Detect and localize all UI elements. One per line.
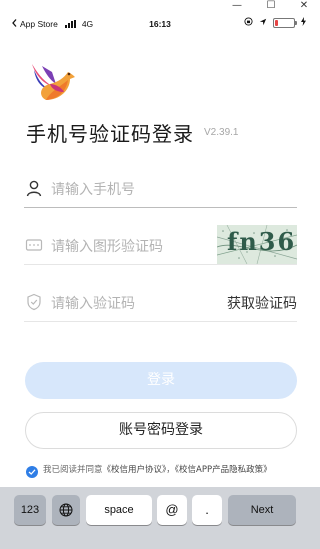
- charging-icon: [301, 17, 306, 28]
- phone-field[interactable]: 请输入手机号: [24, 168, 297, 208]
- captcha-field[interactable]: 请输入图形验证码 fn36: [24, 225, 297, 265]
- login-button[interactable]: 登录: [25, 362, 297, 399]
- window-title-bar: — ☐ ✕: [0, 0, 320, 14]
- shield-icon: [25, 293, 43, 311]
- close-icon: ✕: [299, 0, 309, 11]
- battery-icon: [273, 17, 297, 28]
- privacy-policy-link[interactable]: 《校信APP产品隐私政策》: [175, 465, 272, 475]
- keyboard: 123 space @ . Next: [0, 487, 320, 549]
- close-button[interactable]: ✕: [294, 0, 314, 14]
- key-123[interactable]: 123: [14, 495, 46, 525]
- restore-button[interactable]: ☐: [261, 0, 281, 14]
- battery-level: [275, 19, 278, 26]
- minimize-icon: —: [232, 0, 242, 11]
- key-dot[interactable]: .: [192, 495, 222, 525]
- key-at[interactable]: @: [157, 495, 187, 525]
- user-icon: [25, 179, 43, 197]
- key-next[interactable]: Next: [228, 495, 296, 525]
- captcha-image[interactable]: fn36: [217, 225, 297, 264]
- sms-code-field[interactable]: 请输入验证码 获取验证码: [24, 282, 297, 322]
- agreement-prefix: 我已阅读并同意: [43, 465, 103, 475]
- password-login-button[interactable]: 账号密码登录: [25, 412, 297, 449]
- status-bar: App Store 4G 16:13: [0, 14, 320, 36]
- phone-placeholder: 请输入手机号: [51, 182, 135, 198]
- agreement-checkbox[interactable]: [26, 466, 38, 478]
- key-globe[interactable]: [52, 495, 80, 525]
- captcha-text: fn36: [227, 227, 297, 256]
- globe-icon: [59, 503, 73, 517]
- agreement-separator: ，: [166, 465, 175, 475]
- version-label: V2.39.1: [204, 127, 239, 138]
- location-icon: [259, 18, 267, 28]
- keyboard-icon: [25, 236, 43, 254]
- sms-code-placeholder: 请输入验证码: [51, 296, 135, 312]
- page-title: 手机号验证码登录: [26, 122, 194, 146]
- restore-icon: ☐: [266, 0, 276, 11]
- app-logo: [28, 62, 78, 104]
- captcha-placeholder: 请输入图形验证码: [51, 239, 163, 255]
- agreement-text: 我已阅读并同意《校信用户协议》，《校信APP产品隐私政策》: [43, 464, 305, 476]
- lock-rotation-icon: [244, 17, 253, 28]
- key-space[interactable]: space: [86, 495, 152, 525]
- minimize-button[interactable]: —: [227, 0, 247, 14]
- check-icon: [28, 469, 36, 475]
- get-code-button[interactable]: 获取验证码: [227, 293, 297, 313]
- user-agreement-link[interactable]: 《校信用户协议》: [103, 465, 167, 475]
